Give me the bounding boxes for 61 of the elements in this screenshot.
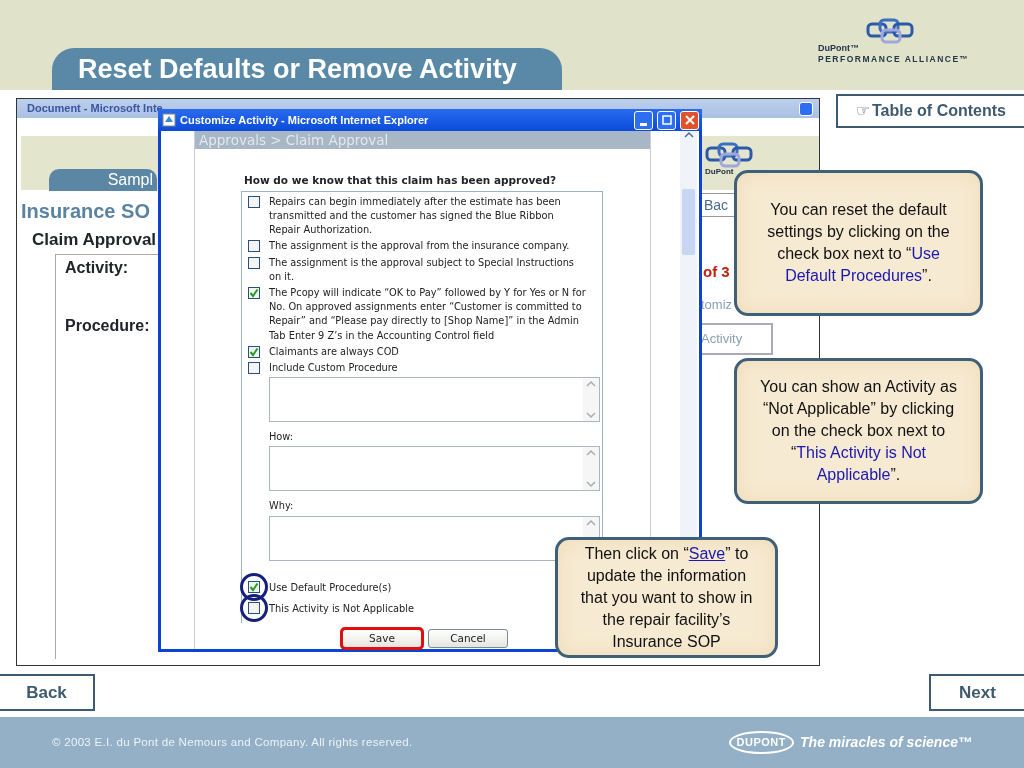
minimize-button[interactable] <box>634 110 653 130</box>
slide-title: Reset Defaults or Remove Activity <box>52 48 562 90</box>
dialog-title: Customize Activity - Microsoft Internet Explorer <box>180 112 430 128</box>
scroll-down-icon <box>586 411 596 420</box>
save-link[interactable]: Save <box>688 544 726 562</box>
cancel-button[interactable]: Cancel <box>428 629 508 648</box>
callout-text: You can reset the default settings by clicking on the check box next to “Use Default Procedures”. <box>766 200 951 286</box>
logo-text: DuPont <box>705 168 735 176</box>
question-text: How do we know that this claim has been approved? <box>244 173 558 188</box>
checkbox[interactable] <box>248 240 260 253</box>
breadcrumb-bar: Approvals > Claim Approval <box>195 131 650 149</box>
option-label: Use Default Procedure(s) <box>269 580 392 595</box>
option-label: The Pcopy will indicate “OK to Pay” followed by Y for Yes or N for No. On approved assignments enter “Customer is committed to Repair” and “Please pay directly to [Shop Name]” in the Admin Tab Enter 9 Z’s in the Accounting Control field <box>269 285 587 343</box>
scroll-up-icon <box>586 518 596 527</box>
option-label: This Activity is Not Applicable <box>269 601 415 616</box>
maximize-icon <box>661 115 672 125</box>
save-button[interactable]: Save <box>342 629 422 648</box>
field-label: Why: <box>269 499 295 514</box>
checkbox[interactable] <box>248 362 260 374</box>
copyright-text: © 2003 E.I. du Pont de Nemours and Company. All rights reserved. <box>52 734 413 750</box>
scroll-up-icon <box>683 131 694 139</box>
back-button[interactable]: Back <box>0 674 95 711</box>
option-label: Include Custom Procedure <box>269 361 399 375</box>
option-label: Repairs can begin immediately after the estimate has been transmitted and the customer has signed the Blue Ribbon Repair Authorization. <box>269 194 562 238</box>
checkbox[interactable] <box>248 256 260 269</box>
checkbox[interactable] <box>248 195 260 208</box>
scroll-down-icon <box>586 480 596 489</box>
scroll-thumb[interactable] <box>682 189 695 255</box>
logo-tagline: PERFORMANCE ALLIANCE™ <box>818 53 971 66</box>
minimize-button[interactable] <box>799 102 813 116</box>
maximize-button[interactable] <box>657 110 676 130</box>
field-label: How: <box>269 430 295 445</box>
chain-logo-icon <box>705 142 753 168</box>
callout-text: Then click on “Save” to update the information that you want to show in the repair facility’s Insurance SOP <box>579 543 754 652</box>
option-label: The assignment is the approval subject to Special Instructions on it. <box>269 255 575 284</box>
logo-brand: DuPont™ <box>818 44 860 53</box>
page-heading: Insurance SO <box>21 199 150 224</box>
scroll-up-icon <box>586 449 596 458</box>
checkbox[interactable] <box>248 286 260 299</box>
callout-text: You can show an Activity as “Not Applicable” by clicking on the check box next to “This Activity is Not Applicable”. <box>759 377 958 485</box>
minimize-icon <box>640 123 647 126</box>
checkbox[interactable] <box>248 581 260 594</box>
toc-label: Table of Contents <box>872 101 1006 121</box>
field-label: Procedure: <box>65 316 150 336</box>
option-label: Claimants are always COD <box>269 344 400 359</box>
checkbox[interactable] <box>248 345 260 358</box>
page-icon <box>162 113 176 127</box>
next-button[interactable]: Next <box>929 674 1024 711</box>
close-button[interactable] <box>680 110 699 130</box>
section-heading: Claim Approval <box>32 229 157 251</box>
field-label: Activity: <box>65 258 129 278</box>
footer-logo: DUPONT <box>728 731 795 754</box>
pointing-hand-icon: ☞ <box>856 99 871 123</box>
chain-logo-icon <box>866 18 914 44</box>
checkbox[interactable] <box>248 602 260 615</box>
close-icon <box>684 115 695 125</box>
option-label: The assignment is the approval from the insurance company. <box>269 239 571 254</box>
page-count: of 3 <box>703 262 730 282</box>
tagline: The miracles of science™ <box>800 733 972 752</box>
table-of-contents-link[interactable]: ☞Table of Contents <box>836 94 1024 128</box>
scroll-up-icon <box>586 380 596 389</box>
